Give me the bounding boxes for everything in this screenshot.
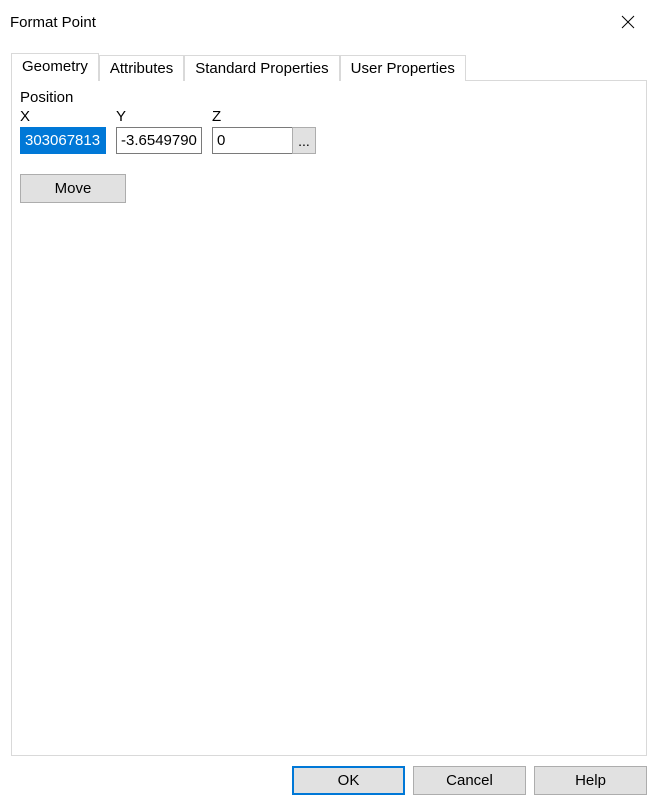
- z-input[interactable]: [212, 127, 298, 154]
- tab-panel-geometry: Position X Y Z ... Move: [11, 80, 647, 756]
- y-input[interactable]: [116, 127, 202, 154]
- dialog-button-row: OK Cancel Help: [11, 756, 647, 795]
- tab-standard-properties[interactable]: Standard Properties: [184, 55, 339, 81]
- tab-strip: Geometry Attributes Standard Properties …: [11, 52, 647, 80]
- close-button[interactable]: [598, 0, 658, 44]
- ellipsis-button[interactable]: ...: [292, 127, 316, 154]
- tab-attributes[interactable]: Attributes: [99, 55, 184, 81]
- titlebar: Format Point: [0, 0, 658, 44]
- x-input[interactable]: [20, 127, 106, 154]
- move-button[interactable]: Move: [20, 174, 126, 203]
- close-icon: [621, 15, 635, 29]
- coord-z-col: Z ...: [212, 108, 316, 154]
- x-label: X: [20, 108, 106, 125]
- coord-row: X Y Z ...: [20, 108, 638, 154]
- tab-geometry[interactable]: Geometry: [11, 53, 99, 81]
- help-button[interactable]: Help: [534, 766, 647, 795]
- ok-button[interactable]: OK: [292, 766, 405, 795]
- coord-x-col: X: [20, 108, 106, 154]
- tab-user-properties[interactable]: User Properties: [340, 55, 466, 81]
- coord-y-col: Y: [116, 108, 202, 154]
- client-area: Geometry Attributes Standard Properties …: [0, 44, 658, 805]
- cancel-button[interactable]: Cancel: [413, 766, 526, 795]
- z-label: Z: [212, 108, 316, 125]
- dialog-window: Format Point Geometry Attributes Standar…: [0, 0, 658, 805]
- position-label: Position: [20, 89, 638, 106]
- y-label: Y: [116, 108, 202, 125]
- window-title: Format Point: [10, 14, 598, 31]
